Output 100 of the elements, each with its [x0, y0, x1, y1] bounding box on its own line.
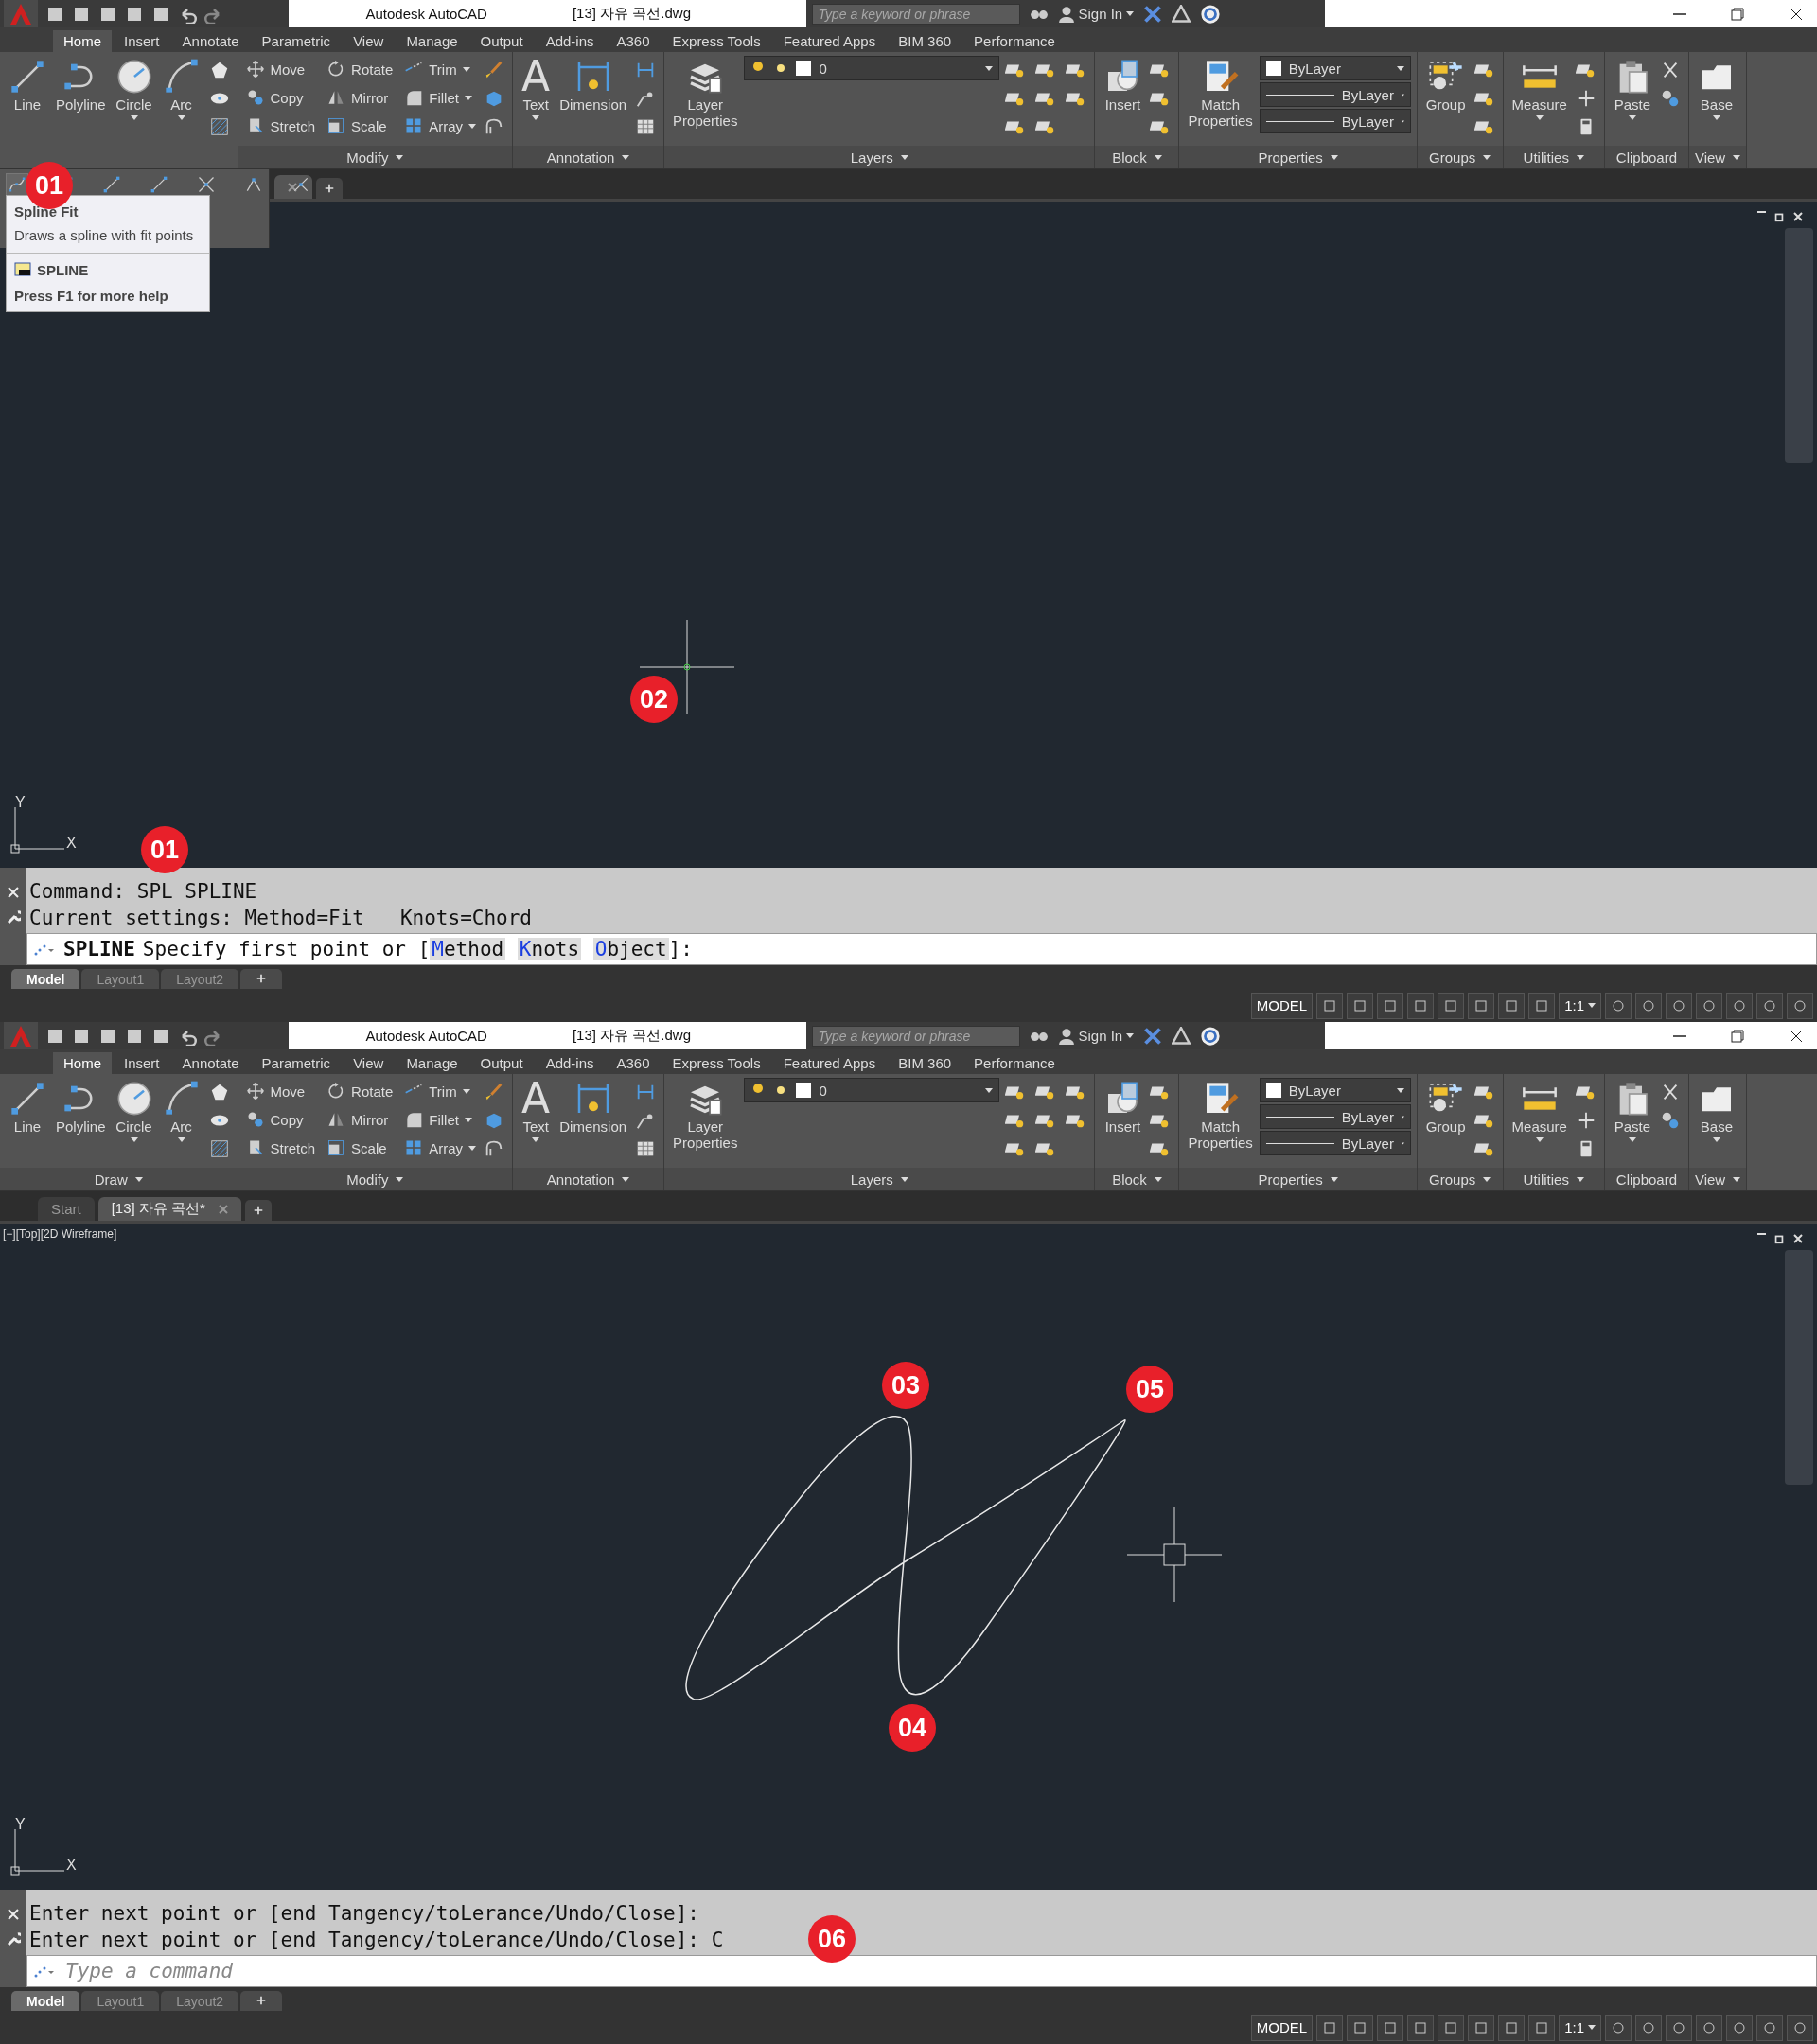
- layers-button[interactable]: Layer Properties: [670, 1078, 741, 1153]
- ribbon-panel-title[interactable]: Block: [1095, 146, 1179, 168]
- ribbon-tab[interactable]: Annotate: [171, 1052, 250, 1074]
- dimension-button[interactable]: Dimension: [556, 1078, 630, 1137]
- ribbon-tab[interactable]: View: [343, 1052, 395, 1074]
- new-layout-button[interactable]: [240, 1991, 283, 2011]
- line-button[interactable]: Line: [6, 56, 49, 115]
- match-button[interactable]: Match Properties: [1185, 56, 1256, 131]
- new-layout-button[interactable]: [240, 969, 283, 989]
- file-tab[interactable]: [13] 자유 곡선*: [97, 1197, 241, 1221]
- fillet-button[interactable]: Fillet: [402, 84, 479, 111]
- model-space-button[interactable]: MODEL: [1250, 992, 1314, 1019]
- ribbon-tab[interactable]: Add-ins: [535, 1052, 605, 1074]
- base-button[interactable]: Base: [1694, 1078, 1738, 1144]
- ribbon-panel-title[interactable]: Annotation: [513, 1168, 664, 1190]
- ribbon-panel-title[interactable]: Properties: [1179, 1168, 1417, 1190]
- polyline-button[interactable]: Polyline: [53, 1078, 109, 1137]
- line-button[interactable]: Line: [6, 1078, 49, 1137]
- scale-button[interactable]: Scale: [325, 1135, 396, 1161]
- ribbon-panel-title[interactable]: Groups: [1417, 1168, 1503, 1190]
- close-icon[interactable]: [288, 182, 297, 192]
- copy-button[interactable]: Copy: [243, 84, 318, 111]
- ribbon-tab[interactable]: Featured Apps: [772, 1052, 887, 1074]
- status-toggle-button[interactable]: [1666, 2014, 1692, 2041]
- layer-dropdown[interactable]: 0: [744, 1078, 1000, 1102]
- status-toggle-button[interactable]: [1347, 2014, 1374, 2041]
- ribbon-tab[interactable]: View: [343, 30, 395, 52]
- array-button[interactable]: Array: [402, 1135, 479, 1161]
- status-toggle-button[interactable]: [1787, 2014, 1813, 2041]
- ribbon-panel-title[interactable]: Properties: [1179, 146, 1417, 168]
- status-toggle-button[interactable]: [1635, 2014, 1662, 2041]
- ribbon-tab[interactable]: A360: [606, 30, 661, 52]
- ribbon-tab[interactable]: Parametric: [251, 30, 342, 52]
- file-tab[interactable]: Start: [38, 1197, 95, 1221]
- status-toggle-button[interactable]: [1498, 2014, 1526, 2041]
- status-toggle-button[interactable]: [1316, 992, 1344, 1019]
- ribbon-panel-title[interactable]: Clipboard: [1604, 146, 1688, 168]
- status-toggle-button[interactable]: [1407, 2014, 1435, 2041]
- ribbon-tab[interactable]: Manage: [396, 30, 468, 52]
- status-toggle-button[interactable]: [1605, 992, 1632, 1019]
- dimension-button[interactable]: Dimension: [556, 56, 630, 115]
- status-toggle-button[interactable]: [1468, 2014, 1495, 2041]
- new-tab-button[interactable]: [244, 1200, 272, 1221]
- ribbon-tab[interactable]: Output: [469, 30, 534, 52]
- model-space-button[interactable]: MODEL: [1250, 2014, 1314, 2041]
- rotate-button[interactable]: Rotate: [325, 1078, 396, 1104]
- layers-button[interactable]: Layer Properties: [670, 56, 741, 131]
- ribbon-panel-title[interactable]: Modify: [238, 146, 513, 168]
- move-button[interactable]: Move: [243, 1078, 318, 1104]
- status-toggle-button[interactable]: [1756, 2014, 1783, 2041]
- measure-button[interactable]: Measure: [1508, 1078, 1570, 1144]
- linetype-dropdown[interactable]: ByLayer: [1259, 1104, 1411, 1129]
- ribbon-tab[interactable]: Manage: [396, 1052, 468, 1074]
- annotation-scale-button[interactable]: 1:1: [1559, 992, 1601, 1019]
- group-button[interactable]: Group: [1422, 1078, 1469, 1137]
- close-icon[interactable]: [218, 1204, 228, 1214]
- command-line-field[interactable]: Type a command: [26, 1955, 1817, 1987]
- scale-button[interactable]: Scale: [325, 113, 396, 139]
- search-field[interactable]: Type a keyword or phrase: [811, 3, 1020, 25]
- status-toggle-button[interactable]: [1635, 992, 1662, 1019]
- ribbon-tab[interactable]: Featured Apps: [772, 30, 887, 52]
- fillet-button[interactable]: Fillet: [402, 1106, 479, 1133]
- ribbon-tab[interactable]: Add-ins: [535, 30, 605, 52]
- sign-in-button[interactable]: Sign In: [1057, 1027, 1135, 1045]
- ribbon-tab[interactable]: Home: [53, 30, 112, 52]
- status-toggle-button[interactable]: [1438, 992, 1465, 1019]
- measure-button[interactable]: Measure: [1508, 56, 1570, 122]
- ribbon-panel-title[interactable]: Layers: [664, 1168, 1095, 1190]
- ribbon-tab[interactable]: Express Tools: [662, 1052, 771, 1074]
- ribbon-tab[interactable]: Express Tools: [662, 30, 771, 52]
- layout-tab[interactable]: Model: [11, 1991, 80, 2011]
- status-toggle-button[interactable]: [1377, 992, 1404, 1019]
- lineweight-dropdown[interactable]: ByLayer: [1259, 109, 1411, 133]
- ribbon-tab[interactable]: Annotate: [171, 30, 250, 52]
- ribbon-panel-title[interactable]: Modify: [238, 1168, 513, 1190]
- insert-button[interactable]: Insert: [1101, 1078, 1145, 1137]
- rotate-button[interactable]: Rotate: [325, 56, 396, 82]
- ribbon-panel-title[interactable]: View: [1688, 1168, 1747, 1190]
- ribbon-tab[interactable]: Home: [53, 1052, 112, 1074]
- stretch-button[interactable]: Stretch: [243, 1135, 318, 1161]
- color-dropdown[interactable]: ByLayer: [1259, 1078, 1411, 1102]
- ribbon-panel-title[interactable]: Annotation: [513, 146, 664, 168]
- trim-button[interactable]: Trim: [402, 56, 479, 82]
- paste-button[interactable]: Paste: [1610, 1078, 1654, 1144]
- status-toggle-button[interactable]: [1316, 2014, 1344, 2041]
- status-toggle-button[interactable]: [1726, 992, 1753, 1019]
- arc-button[interactable]: Arc: [159, 1078, 203, 1144]
- status-toggle-button[interactable]: [1498, 992, 1526, 1019]
- ribbon-tab[interactable]: BIM 360: [888, 30, 962, 52]
- command-option-link[interactable]: Method: [430, 938, 506, 960]
- sign-in-button[interactable]: Sign In: [1057, 5, 1135, 23]
- status-toggle-button[interactable]: [1696, 992, 1722, 1019]
- group-button[interactable]: Group: [1422, 56, 1469, 115]
- ribbon-panel-title[interactable]: Utilities: [1503, 1168, 1604, 1190]
- ribbon-panel-title[interactable]: Clipboard: [1604, 1168, 1688, 1190]
- hatch-icon[interactable]: [208, 116, 230, 137]
- command-option-link[interactable]: Object: [592, 938, 669, 960]
- status-toggle-button[interactable]: [1347, 992, 1374, 1019]
- circle-button[interactable]: Circle: [112, 56, 156, 122]
- command-option-link[interactable]: Knots: [517, 938, 582, 960]
